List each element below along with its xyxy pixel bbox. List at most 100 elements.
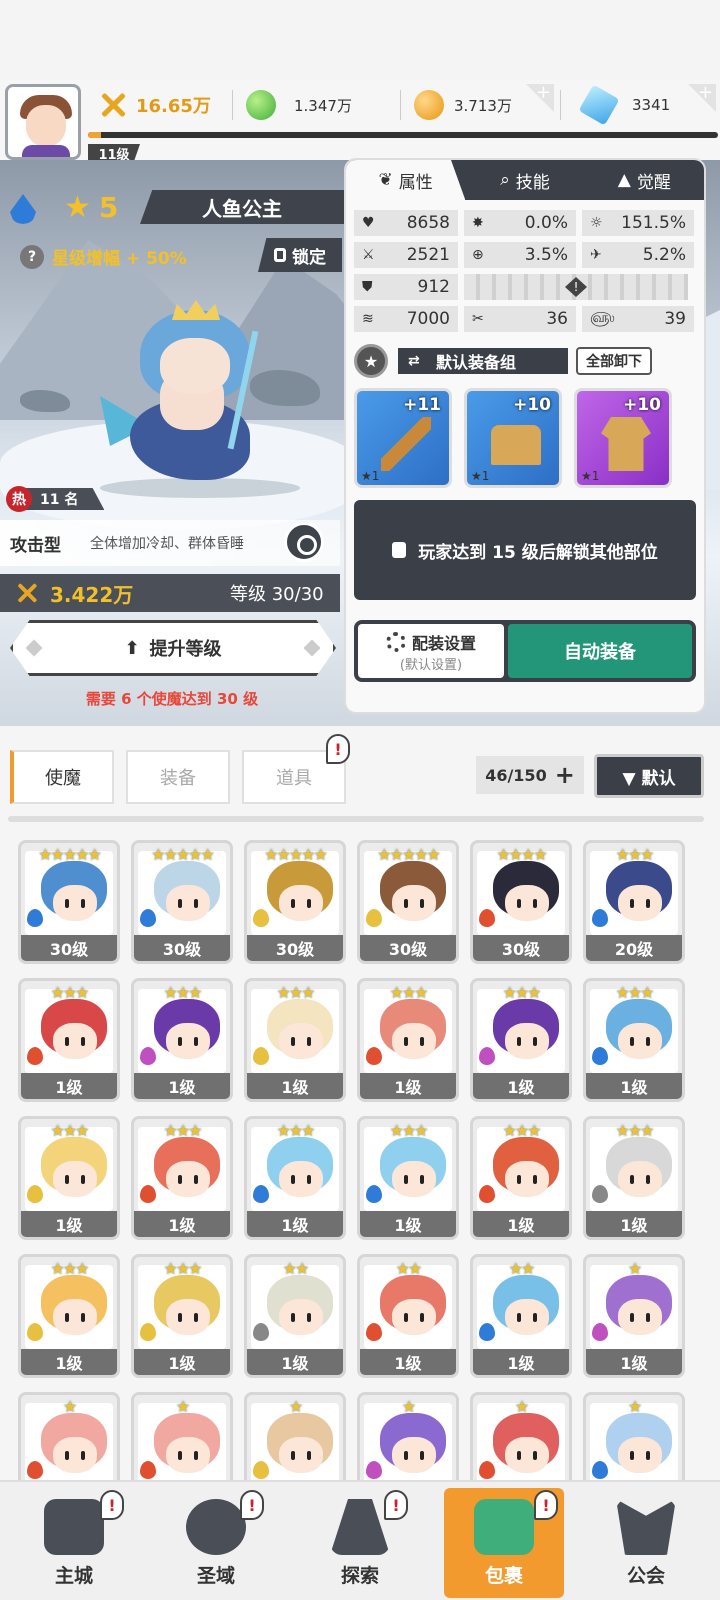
- gold-value: 3.713万: [454, 96, 512, 115]
- familiar-stars: ★★★★★: [151, 845, 215, 864]
- familiar-card[interactable]: ★: [583, 1392, 685, 1480]
- familiar-card[interactable]: ★★★ 1级: [18, 978, 120, 1102]
- skill-icon[interactable]: [284, 522, 324, 562]
- element-icon: [27, 1323, 43, 1341]
- familiar-card[interactable]: ★★ 1级: [244, 1254, 346, 1378]
- character-face: [392, 1299, 436, 1335]
- nav-guild[interactable]: 公会: [586, 1488, 706, 1598]
- loadout-settings-button[interactable]: 配装设置 (默认设置): [358, 624, 504, 678]
- green-gem-resource[interactable]: 1.347万: [246, 88, 352, 122]
- equip-slot-clothes[interactable]: +10 ★1: [574, 388, 672, 488]
- alert-icon: !: [240, 1490, 264, 1520]
- familiar-card[interactable]: ★★★ 1级: [583, 978, 685, 1102]
- diamond-resource[interactable]: 3341: [578, 84, 670, 126]
- element-icon: [366, 1461, 382, 1479]
- familiar-card[interactable]: ★★★ 1级: [583, 1116, 685, 1240]
- locked-slots: 玩家达到 15 级后解锁其他部位: [354, 500, 696, 600]
- divider: [8, 816, 704, 822]
- familiar-stars: ★★: [395, 1259, 423, 1278]
- familiar-card[interactable]: ★★★ 1级: [357, 1116, 459, 1240]
- equip-slot-weapon[interactable]: +11 ★1: [354, 388, 452, 488]
- tab-attributes[interactable]: ❦ 属性: [346, 160, 466, 200]
- popularity-badge[interactable]: 热 11 名: [6, 486, 105, 512]
- familiar-card[interactable]: ★★ 1级: [357, 1254, 459, 1378]
- warning-icon: !: [565, 277, 587, 297]
- character-face: [505, 1161, 549, 1197]
- sword-icon: [381, 417, 431, 471]
- sort-button[interactable]: ▼ 默认: [594, 754, 704, 798]
- familiar-card[interactable]: ★★★ 1级: [131, 1254, 233, 1378]
- familiar-card[interactable]: ★★★ 20级: [583, 840, 685, 964]
- lock-icon: [392, 542, 407, 558]
- upgrade-level-button[interactable]: ⬆ 提升等级: [10, 620, 336, 676]
- unload-all-button[interactable]: 全部卸下: [576, 347, 652, 375]
- familiar-card[interactable]: ★★★★ 30级: [470, 840, 572, 964]
- familiar-card[interactable]: ★★★★★ 30级: [18, 840, 120, 964]
- stat-value: 7000: [406, 309, 450, 329]
- tab-equipment[interactable]: 装备: [126, 750, 230, 804]
- familiar-card[interactable]: ★: [18, 1392, 120, 1480]
- power-value: 16.65万: [136, 96, 211, 117]
- divider: [232, 90, 233, 120]
- gold-resource[interactable]: 3.713万: [414, 88, 512, 122]
- tab-skills[interactable]: ⌕ 技能: [465, 160, 584, 200]
- familiar-level: 1级: [473, 1349, 569, 1375]
- familiar-level: 1级: [21, 1073, 117, 1099]
- familiar-card[interactable]: ★★★★★ 30级: [131, 840, 233, 964]
- familiar-card[interactable]: ★★★ 1级: [244, 978, 346, 1102]
- stat-a: ✂ 36: [464, 306, 576, 332]
- stat-defense: ⛊ 912: [354, 274, 458, 300]
- familiar-level: 30级: [21, 935, 117, 961]
- lock-button[interactable]: 锁定: [258, 238, 342, 272]
- nav-label: 主城: [54, 1565, 93, 1587]
- familiar-stars: ★★★: [276, 1121, 315, 1140]
- tab-label: 觉醒: [636, 172, 671, 193]
- green-gem-icon: [246, 90, 276, 120]
- stat-value: 2521: [406, 245, 450, 265]
- familiar-stars: ★★★: [50, 983, 89, 1002]
- familiar-card[interactable]: ★: [470, 1392, 572, 1480]
- familiar-card[interactable]: ★★★ 1级: [470, 978, 572, 1102]
- familiar-card[interactable]: ★: [131, 1392, 233, 1480]
- player-avatar[interactable]: [5, 84, 81, 160]
- capacity-counter[interactable]: 46/150 +: [476, 756, 584, 794]
- character-face: [53, 1023, 97, 1059]
- familiar-card[interactable]: ★★★ 1级: [470, 1116, 572, 1240]
- character-face: [618, 1299, 662, 1335]
- familiar-card[interactable]: ★★★ 1级: [244, 1116, 346, 1240]
- familiar-card[interactable]: ★: [357, 1392, 459, 1480]
- sword-icon: ⚔: [362, 247, 375, 263]
- familiar-card[interactable]: ★★★ 1级: [131, 1116, 233, 1240]
- config-sub: (默认设置): [399, 657, 463, 673]
- element-icon: [253, 1323, 269, 1341]
- mermaid-princess-character[interactable]: [90, 300, 270, 500]
- familiar-card[interactable]: ★★★ 1级: [357, 978, 459, 1102]
- familiar-card[interactable]: ★★★★★ 30级: [357, 840, 459, 964]
- familiar-card[interactable]: ★★ 1级: [470, 1254, 572, 1378]
- equipment-group-selector[interactable]: ⇄ 默认装备组: [398, 348, 568, 374]
- tab-familiars[interactable]: 使魔: [10, 750, 114, 804]
- diamond-icon: [578, 84, 620, 126]
- star-boost[interactable]: ? 星级增幅 + 50%: [20, 244, 187, 269]
- familiar-card[interactable]: ★★★ 1级: [18, 1116, 120, 1240]
- stat-attack: ⚔ 2521: [354, 242, 458, 268]
- familiar-card[interactable]: ★ 1级: [583, 1254, 685, 1378]
- equip-slot-armor[interactable]: +10 ★1: [464, 388, 562, 488]
- familiar-card[interactable]: ★: [244, 1392, 346, 1480]
- familiar-card[interactable]: ★★★ 1级: [18, 1254, 120, 1378]
- element-icon: [366, 1185, 382, 1203]
- familiar-card[interactable]: ★★★ 1级: [131, 978, 233, 1102]
- familiar-level: 20级: [586, 935, 682, 961]
- character-face: [505, 1023, 549, 1059]
- familiar-stars: ★★★★: [496, 845, 547, 864]
- auto-equip-button[interactable]: 自动装备: [508, 624, 692, 678]
- element-icon: [592, 1323, 608, 1341]
- hero-type: 攻击型: [10, 535, 61, 556]
- familiar-card[interactable]: ★★★★★ 30级: [244, 840, 346, 964]
- element-icon: [27, 1461, 43, 1479]
- element-icon: [479, 1461, 495, 1479]
- tab-awaken[interactable]: ▲ 觉醒: [585, 160, 704, 200]
- element-icon: [592, 909, 608, 927]
- stat-value: 5.2%: [642, 245, 686, 265]
- character-face: [618, 1437, 662, 1473]
